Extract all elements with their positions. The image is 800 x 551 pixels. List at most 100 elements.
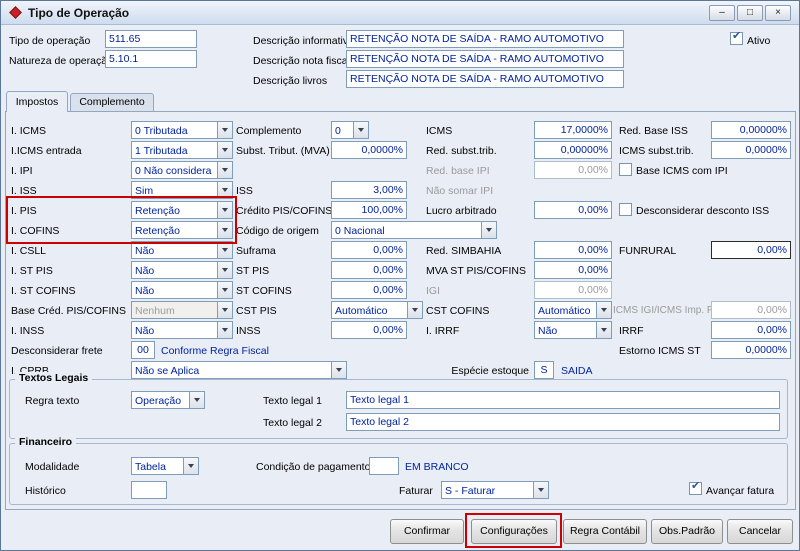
- estorno-icms-st-input[interactable]: 0,0000%: [711, 341, 791, 359]
- modalidade-label: Modalidade: [25, 461, 80, 473]
- regra-contabil-button[interactable]: Regra Contábil: [563, 519, 647, 544]
- st-pis-pct-input[interactable]: 0,00%: [331, 261, 407, 279]
- lucro-arbitrado-input[interactable]: 0,00%: [534, 201, 612, 219]
- credito-pis-cofins-input[interactable]: 100,00%: [331, 201, 407, 219]
- icms-subst-trib-input[interactable]: 0,0000%: [711, 141, 791, 159]
- subst-mva-input[interactable]: 0,0000%: [331, 141, 407, 159]
- cst-pis-select[interactable]: Automático: [331, 301, 423, 319]
- tab-impostos[interactable]: Impostos: [6, 91, 68, 112]
- avancar-fatura-label: Avançar fatura: [706, 485, 775, 497]
- chevron-down-icon: [596, 322, 611, 338]
- desconsiderar-desconto-iss-checkbox[interactable]: [619, 203, 632, 216]
- base-cred-pis-cofins-select: Nenhum: [131, 301, 233, 319]
- cancelar-button[interactable]: Cancelar: [727, 519, 793, 544]
- configuracoes-button[interactable]: Configurações: [471, 519, 557, 544]
- cst-cofins-select-value: Automático: [538, 305, 591, 317]
- cofins-select[interactable]: Retenção: [131, 221, 233, 239]
- irrf-select[interactable]: Não: [534, 321, 612, 339]
- funrural-input[interactable]: 0,00%: [711, 241, 791, 259]
- red-simbahia-input[interactable]: 0,00%: [534, 241, 612, 259]
- descricao-informativa-input[interactable]: RETENÇÃO NOTA DE SAÍDA - RAMO AUTOMOTIVO: [346, 30, 624, 48]
- natureza-operacao-input[interactable]: 5.10.1: [105, 50, 197, 68]
- pis-select[interactable]: Retenção: [131, 201, 233, 219]
- red-subst-trib-label: Red. subst.trib.: [426, 145, 497, 157]
- condicao-pagamento-input[interactable]: [369, 457, 399, 475]
- obs-padrao-button[interactable]: Obs.Padrão: [651, 519, 723, 544]
- descricao-nota-fiscal-input[interactable]: RETENÇÃO NOTA DE SAÍDA - RAMO AUTOMOTIVO: [346, 50, 624, 68]
- red-base-iss-input[interactable]: 0,00000%: [711, 121, 791, 139]
- maximize-button[interactable]: □: [737, 5, 763, 21]
- st-pis-select[interactable]: Não: [131, 261, 233, 279]
- ipi-select[interactable]: 0 Não considera: [131, 161, 233, 179]
- frete-note: Conforme Regra Fiscal: [161, 345, 269, 357]
- codigo-origem-select[interactable]: 0 Nacional: [331, 221, 497, 239]
- complemento-select[interactable]: 0: [331, 121, 369, 139]
- mva-st-pis-cofins-input[interactable]: 0,00%: [534, 261, 612, 279]
- especie-estoque-note: SAIDA: [561, 365, 593, 377]
- csll-select-value: Não: [135, 245, 155, 257]
- regra-texto-label: Regra texto: [25, 395, 80, 407]
- descricao-livros-input[interactable]: RETENÇÃO NOTA DE SAÍDA - RAMO AUTOMOTIVO: [346, 70, 624, 88]
- chevron-down-icon: [217, 162, 232, 178]
- ativo-checkbox[interactable]: ✔: [730, 30, 743, 45]
- iss-label: I. ISS: [11, 185, 37, 197]
- irrf-pct-label: IRRF: [619, 325, 644, 337]
- texto-legal-2-label: Texto legal 2: [263, 417, 322, 429]
- pis-select-value: Retenção: [135, 205, 180, 217]
- regra-texto-select[interactable]: Operação: [131, 391, 205, 409]
- mva-st-pis-cofins-label: MVA ST PIS/COFINS: [426, 265, 526, 277]
- titlebar[interactable]: Tipo de Operação – □ ×: [1, 1, 799, 25]
- st-cofins-pct-input[interactable]: 0,00%: [331, 281, 407, 299]
- chevron-down-icon: [217, 242, 232, 258]
- base-icms-com-ipi-checkbox[interactable]: [619, 163, 632, 176]
- tipo-operacao-input[interactable]: 511.65: [105, 30, 197, 48]
- inss-label: I. INSS: [11, 325, 45, 337]
- csll-select[interactable]: Não: [131, 241, 233, 259]
- chevron-down-icon: [217, 222, 232, 238]
- iss-select[interactable]: Sim: [131, 181, 233, 199]
- st-cofins-select[interactable]: Não: [131, 281, 233, 299]
- cprb-select[interactable]: Não se Aplica: [131, 361, 347, 379]
- modalidade-select[interactable]: Tabela: [131, 457, 199, 475]
- financeiro-title: Financeiro: [15, 436, 77, 448]
- confirmar-button[interactable]: Confirmar: [390, 519, 464, 544]
- igi-label: IGI: [426, 285, 441, 297]
- faturar-select[interactable]: S - Faturar: [441, 481, 549, 499]
- desconsiderar-frete-label: Desconsiderar frete: [11, 345, 103, 357]
- red-base-ipi-input: 0,00%: [534, 161, 612, 179]
- avancar-fatura-checkbox[interactable]: ✔: [689, 480, 702, 495]
- desconsiderar-frete-input[interactable]: 00: [131, 341, 155, 359]
- cst-cofins-select[interactable]: Automático: [534, 301, 612, 319]
- tipo-operacao-label: Tipo de operação: [9, 35, 91, 47]
- icms-select[interactable]: 0 Tributada: [131, 121, 233, 139]
- texto-legal-2-input[interactable]: Texto legal 2: [346, 413, 780, 431]
- texto-legal-1-input[interactable]: Texto legal 1: [346, 391, 780, 409]
- nao-somar-ipi-label: Não somar IPI: [426, 185, 494, 197]
- inss-select[interactable]: Não: [131, 321, 233, 339]
- tab-complemento[interactable]: Complemento: [70, 93, 154, 111]
- suframa-input[interactable]: 0,00%: [331, 241, 407, 259]
- codigo-origem-label: Código de origem: [236, 225, 319, 237]
- descricao-livros-label: Descrição livros: [253, 75, 328, 87]
- regra-texto-select-value: Operação: [135, 395, 182, 407]
- lucro-arbitrado-label: Lucro arbitrado: [426, 205, 497, 217]
- iss-pct-input[interactable]: 3,00%: [331, 181, 407, 199]
- historico-input[interactable]: [131, 481, 167, 499]
- ativo-label: Ativo: [747, 35, 771, 47]
- icms-entrada-select[interactable]: 1 Tributada: [131, 141, 233, 159]
- cofins-select-value: Retenção: [135, 225, 180, 237]
- irrf-select-label: I. IRRF: [426, 325, 460, 337]
- estorno-icms-st-label: Estorno ICMS ST: [619, 345, 701, 357]
- especie-estoque-input[interactable]: S: [534, 361, 554, 379]
- inss-pct-input[interactable]: 0,00%: [331, 321, 407, 339]
- red-subst-trib-input[interactable]: 0,00000%: [534, 141, 612, 159]
- irrf-pct-input[interactable]: 0,00%: [711, 321, 791, 339]
- subst-mva-label: Subst. Tribut. (MVA): [236, 145, 330, 157]
- csll-label: I. CSLL: [11, 245, 47, 257]
- funrural-label: FUNRURAL: [619, 245, 677, 257]
- ipi-select-value: 0 Não considera: [135, 165, 212, 177]
- close-button[interactable]: ×: [765, 5, 791, 21]
- icms-pct-input[interactable]: 17,0000%: [534, 121, 612, 139]
- minimize-button[interactable]: –: [709, 5, 735, 21]
- ipi-label: I. IPI: [11, 165, 33, 177]
